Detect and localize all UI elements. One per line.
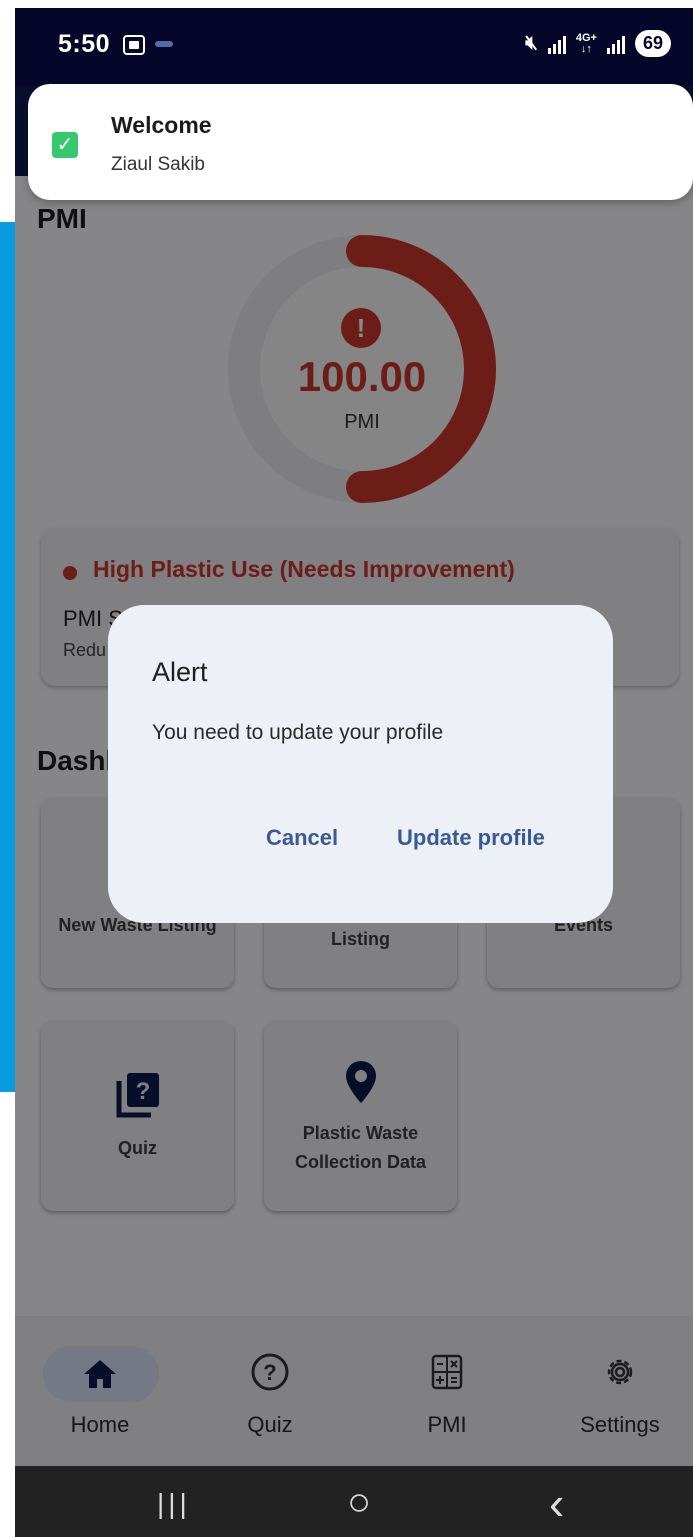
cancel-button[interactable]: Cancel bbox=[266, 825, 338, 851]
phone-screen: 5:50 🔇︎ 4G+ ↓↑ 69 PMI ! 100.00 PMI High P… bbox=[15, 8, 693, 1537]
mute-icon: 🔇︎ bbox=[525, 32, 538, 54]
update-profile-button[interactable]: Update profile bbox=[397, 825, 545, 851]
toast-subtitle: Ziaul Sakib bbox=[111, 154, 205, 175]
left-accent-strip bbox=[0, 222, 15, 1092]
left-margin bbox=[0, 0, 15, 222]
alert-dialog: Alert You need to update your profile Ca… bbox=[108, 605, 613, 923]
dialog-message: You need to update your profile bbox=[152, 721, 444, 744]
home-button[interactable]: ○ bbox=[347, 1480, 371, 1525]
toast-title: Welcome bbox=[111, 112, 212, 138]
check-icon: ✓ bbox=[52, 132, 78, 158]
recents-button[interactable]: ||| bbox=[157, 1488, 191, 1520]
left-margin-bottom bbox=[0, 1092, 15, 1537]
back-button[interactable]: ‹ bbox=[549, 1476, 564, 1530]
network-icon: 4G+ ↓↑ bbox=[575, 31, 597, 55]
signal-icon bbox=[606, 34, 625, 54]
dialog-title: Alert bbox=[152, 657, 208, 687]
status-time: 5:50 bbox=[58, 30, 111, 58]
signal-icon bbox=[547, 34, 566, 54]
system-navigation-bar: ||| ○ ‹ bbox=[15, 1466, 693, 1537]
battery-icon: 69 bbox=[634, 30, 671, 57]
screen-record-icon bbox=[123, 35, 145, 55]
welcome-toast[interactable]: ✓ Welcome Ziaul Sakib bbox=[28, 84, 693, 200]
status-bar: 5:50 🔇︎ 4G+ ↓↑ 69 bbox=[15, 8, 693, 86]
app-notification-icon bbox=[155, 41, 173, 47]
status-icons: 🔇︎ 4G+ ↓↑ 69 bbox=[525, 30, 671, 57]
